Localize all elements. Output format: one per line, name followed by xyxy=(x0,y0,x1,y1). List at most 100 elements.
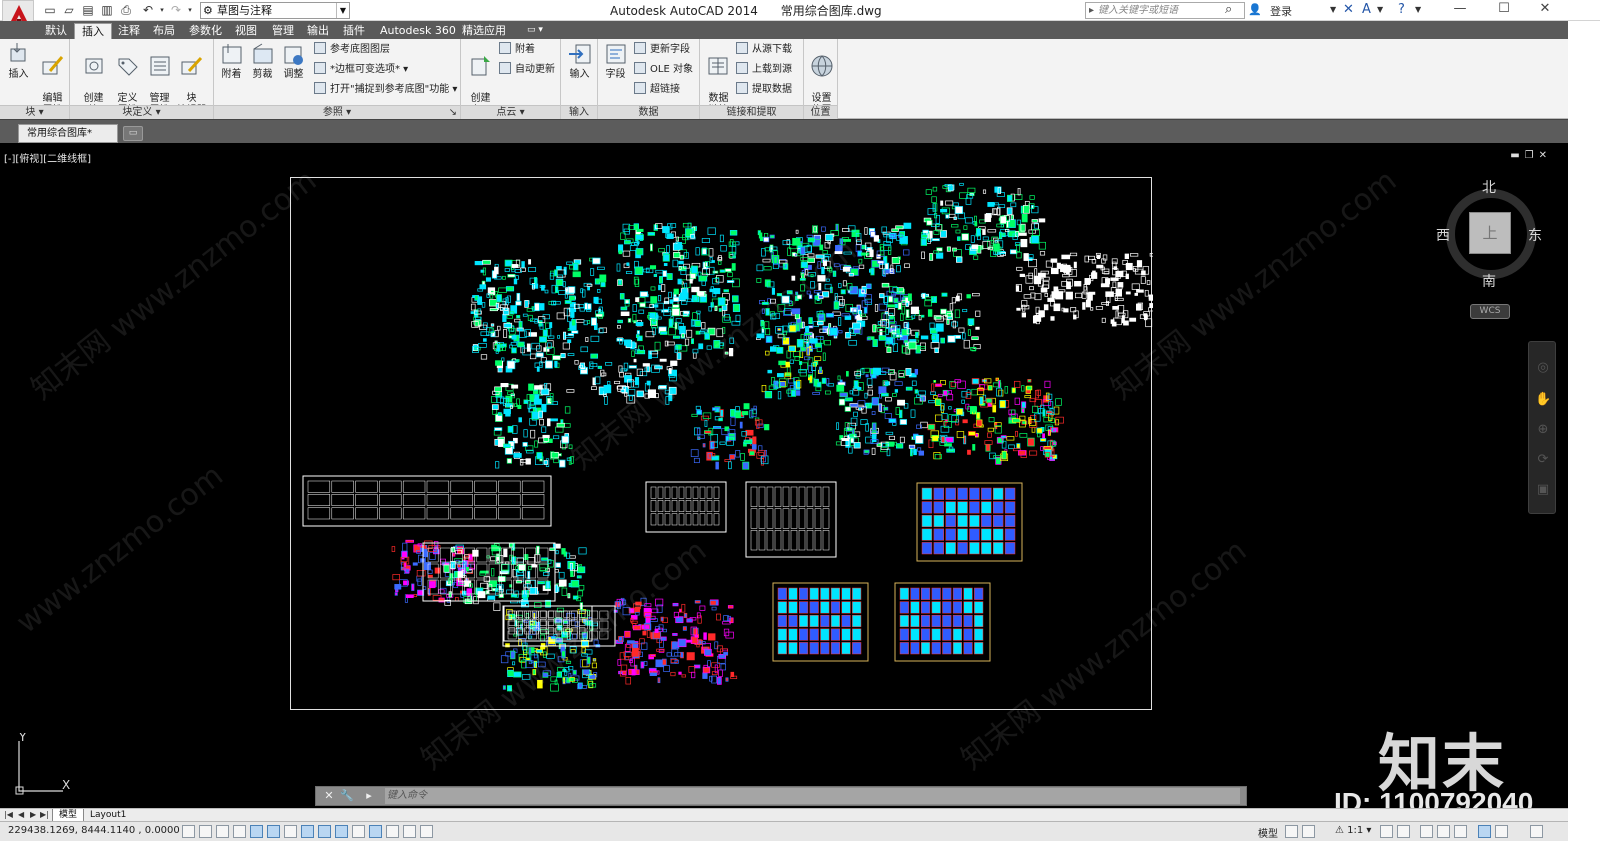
login-link[interactable]: 登录 xyxy=(1270,3,1292,19)
snap-mode-icon[interactable] xyxy=(199,825,212,838)
save-as-icon[interactable]: ▥ xyxy=(99,3,115,17)
tab-layout[interactable]: 布局 xyxy=(146,23,182,39)
quick-properties-icon[interactable] xyxy=(386,825,399,838)
command-history-icon[interactable]: ▸ xyxy=(362,789,376,803)
hyperlink-button[interactable]: 超链接 xyxy=(634,82,680,97)
model-space-label[interactable]: 模型 xyxy=(1258,825,1278,840)
upload-to-source-button[interactable]: 上载到源 xyxy=(736,62,792,77)
ribbon-minimize-icon[interactable]: ▭ ▾ xyxy=(520,23,550,39)
exchange-icon[interactable]: ✕ xyxy=(1343,2,1354,18)
point-cloud-attach-button[interactable]: 附着 xyxy=(499,42,535,57)
3d-object-snap-icon[interactable] xyxy=(284,825,297,838)
help-icon[interactable]: ? xyxy=(1398,2,1405,18)
panel-block-title[interactable]: 块 ▾ xyxy=(0,105,69,119)
panel-linking-title[interactable]: 链接和提取 xyxy=(700,105,803,119)
quick-view-drawings-icon[interactable] xyxy=(1302,825,1315,838)
update-fields-button[interactable]: 更新字段 xyxy=(634,42,690,57)
showmotion-icon[interactable]: ▣ xyxy=(1535,482,1551,498)
frame-options-button[interactable]: *边框可变选项* ▾ xyxy=(314,62,408,77)
new-tab-icon[interactable]: ▭ xyxy=(123,126,143,141)
hardware-acceleration-icon[interactable] xyxy=(1454,825,1467,838)
steering-wheel-icon[interactable]: ◎ xyxy=(1535,360,1551,376)
login-dropdown-icon[interactable]: ▼ xyxy=(1330,2,1336,18)
auto-update-button[interactable]: 自动更新 xyxy=(499,62,555,77)
command-input[interactable]: 键入命令 xyxy=(385,788,1240,804)
tab-featured-apps[interactable]: 精选应用 xyxy=(455,23,513,39)
panel-import-title[interactable]: 输入 xyxy=(561,105,597,119)
quick-view-layouts-icon[interactable] xyxy=(1285,825,1298,838)
field-button[interactable]: 字段 xyxy=(600,41,631,81)
transparency-icon[interactable] xyxy=(369,825,382,838)
last-layout-icon[interactable]: ▶| xyxy=(40,809,49,821)
snap-to-underlay-button[interactable]: 打开"捕捉到参考底图"功能 ▾ xyxy=(314,82,457,97)
new-file-icon[interactable]: ▭ xyxy=(42,3,58,17)
customize-icon[interactable]: 🔧 xyxy=(340,789,354,803)
drawing-canvas[interactable]: [-][俯视][二维线框] ▬❐✕ 知末网 www.znzmo.com 知末网 … xyxy=(0,143,1568,808)
tab-default[interactable]: 默认 xyxy=(38,23,74,39)
attach-button[interactable]: 附着 xyxy=(216,41,247,81)
coordinates-readout[interactable]: 229438.1269, 8444.1140 , 0.0000 xyxy=(8,825,180,836)
insert-block-button[interactable]: 插入 xyxy=(3,41,34,81)
binoculars-icon[interactable]: ⌕ xyxy=(1225,2,1232,18)
close-icon[interactable]: ✕ xyxy=(1525,0,1565,20)
tab-annotate[interactable]: 注释 xyxy=(111,23,147,39)
pan-icon[interactable]: ✋ xyxy=(1535,392,1551,408)
workspace-select[interactable]: ⚙ 草图与注释 ▼ xyxy=(200,2,350,19)
compass-north[interactable]: 北 xyxy=(1482,177,1496,197)
prev-layout-icon[interactable]: ◀ xyxy=(18,809,24,821)
account-dropdown-icon[interactable]: ▼ xyxy=(1377,2,1383,18)
minimize-icon[interactable]: — xyxy=(1440,0,1480,20)
panel-block-definition-title[interactable]: 块定义 ▾ xyxy=(70,105,213,119)
annotation-visibility-icon[interactable] xyxy=(1380,825,1393,838)
isolate-objects-icon[interactable] xyxy=(1478,825,1491,838)
close-command-line-icon[interactable]: ✕ xyxy=(322,789,336,803)
grid-display-icon[interactable] xyxy=(216,825,229,838)
annotation-scale[interactable]: ⚠ 1:1 ▾ xyxy=(1335,825,1371,836)
tab-view[interactable]: 视图 xyxy=(228,23,264,39)
compass-south[interactable]: 南 xyxy=(1482,271,1496,291)
open-file-icon[interactable]: ▱ xyxy=(61,3,77,17)
auto-scale-icon[interactable] xyxy=(1397,825,1410,838)
polar-tracking-icon[interactable] xyxy=(250,825,263,838)
compass-west[interactable]: 西 xyxy=(1436,225,1450,245)
first-layout-icon[interactable]: |◀ xyxy=(4,809,13,821)
redo-dropdown-icon[interactable]: ▾ xyxy=(182,3,198,17)
viewport-window-controls[interactable]: ▬❐✕ xyxy=(1510,150,1552,161)
tab-output[interactable]: 输出 xyxy=(300,23,336,39)
viewport-controls[interactable]: [-][俯视][二维线框] xyxy=(4,150,91,165)
adjust-button[interactable]: 调整 xyxy=(278,41,309,81)
infer-constraints-icon[interactable] xyxy=(182,825,195,838)
import-button[interactable]: 输入 xyxy=(564,41,595,81)
dynamic-input-icon[interactable] xyxy=(335,825,348,838)
save-icon[interactable]: ▤ xyxy=(80,3,96,17)
viewcube-top-face[interactable]: 上 xyxy=(1469,212,1511,254)
next-layout-icon[interactable]: ▶ xyxy=(30,809,36,821)
object-snap-tracking-icon[interactable] xyxy=(301,825,314,838)
print-icon[interactable]: ⎙ xyxy=(118,3,134,17)
viewcube[interactable]: 上 北 南 东 西 xyxy=(1436,180,1542,290)
object-snap-icon[interactable] xyxy=(267,825,280,838)
light-bulb-icon[interactable] xyxy=(1495,825,1508,838)
clip-button[interactable]: 剪裁 xyxy=(247,41,278,81)
download-from-source-button[interactable]: 从源下载 xyxy=(736,42,792,57)
dynamic-ucs-icon[interactable] xyxy=(318,825,331,838)
wcs-menu[interactable]: WCS xyxy=(1470,304,1510,319)
clean-screen-icon[interactable] xyxy=(1530,825,1543,838)
panel-location-title[interactable]: 位置 xyxy=(804,105,837,119)
tab-plugins[interactable]: 插件 xyxy=(336,23,372,39)
orbit-icon[interactable]: ⟳ xyxy=(1535,452,1551,468)
help-dropdown-icon[interactable]: ▼ xyxy=(1415,2,1421,18)
zoom-icon[interactable]: ⊕ xyxy=(1535,422,1551,438)
search-input[interactable]: 键入关键字或短语 xyxy=(1085,2,1245,19)
tab-autodesk-360[interactable]: Autodesk 360 xyxy=(373,23,463,39)
file-tab[interactable]: 常用综合图库* xyxy=(18,124,118,143)
annotation-monitor-icon[interactable] xyxy=(420,825,433,838)
panel-point-cloud-title[interactable]: 点云 ▾ xyxy=(461,105,560,119)
extract-data-button[interactable]: 提取数据 xyxy=(736,82,792,97)
maximize-icon[interactable]: ☐ xyxy=(1484,0,1524,20)
lock-ui-icon[interactable] xyxy=(1437,825,1450,838)
lineweight-icon[interactable] xyxy=(352,825,365,838)
ole-object-button[interactable]: OLE 对象 xyxy=(634,62,693,77)
selection-cycling-icon[interactable] xyxy=(403,825,416,838)
tab-parametric[interactable]: 参数化 xyxy=(182,23,229,39)
